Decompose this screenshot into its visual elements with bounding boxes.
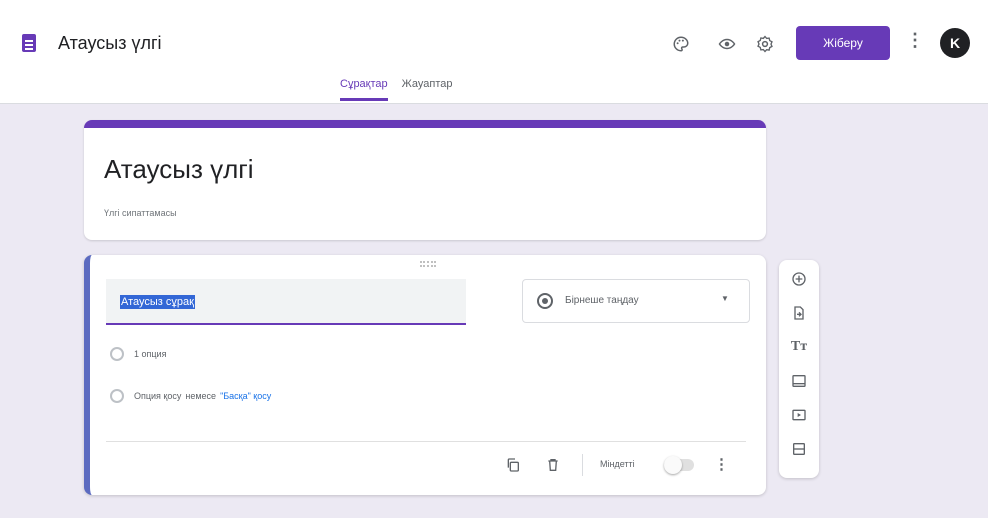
- eye-preview-icon[interactable]: [716, 33, 738, 55]
- divider: [582, 454, 583, 476]
- required-label: Міндетті: [600, 459, 635, 469]
- option-row[interactable]: 1 опция: [110, 347, 166, 361]
- add-section-icon[interactable]: [788, 438, 810, 460]
- add-image-icon[interactable]: [788, 370, 810, 392]
- question-type-select[interactable]: Бірнеше таңдау ▼: [522, 279, 750, 323]
- send-button[interactable]: Жіберу: [796, 26, 890, 60]
- more-vert-icon[interactable]: ⋮: [906, 30, 924, 51]
- tab-questions[interactable]: Сұрақтар: [340, 78, 388, 101]
- add-video-icon[interactable]: [788, 404, 810, 426]
- avatar[interactable]: K: [940, 28, 970, 58]
- required-toggle[interactable]: [664, 456, 694, 474]
- question-title-text[interactable]: Атаусыз сұрақ: [120, 295, 195, 309]
- tab-bar: Сұрақтар Жауаптар: [340, 78, 453, 101]
- settings-icon[interactable]: [754, 33, 776, 55]
- radio-button-icon: [537, 293, 553, 309]
- side-toolbar: Tт: [779, 260, 819, 478]
- document-title[interactable]: Атаусыз үлгі: [58, 33, 162, 54]
- add-other-link[interactable]: "Басқа" қосу: [220, 391, 271, 401]
- question-title-field[interactable]: Атаусыз сұрақ: [106, 279, 466, 325]
- delete-icon[interactable]: [542, 454, 564, 476]
- option-label[interactable]: 1 опция: [134, 349, 166, 359]
- question-type-label: Бірнеше таңдау: [565, 295, 639, 306]
- drag-handle-icon[interactable]: [420, 261, 436, 267]
- question-card[interactable]: Атаусыз сұрақ Бірнеше таңдау ▼ 1 опция О…: [84, 255, 766, 495]
- app-header: Атаусыз үлгі Жіберу ⋮ K Сұрақтар Жауапта…: [0, 0, 988, 104]
- add-title-icon[interactable]: Tт: [788, 336, 810, 358]
- form-title[interactable]: Атаусыз үлгі: [104, 154, 254, 185]
- question-more-icon[interactable]: ⋮: [714, 455, 729, 473]
- chevron-down-icon: ▼: [721, 294, 729, 303]
- form-title-card: Атаусыз үлгі Үлгі сипаттамасы: [84, 120, 766, 240]
- radio-option-icon: [110, 347, 124, 361]
- add-question-icon[interactable]: [788, 268, 810, 290]
- tab-responses[interactable]: Жауаптар: [402, 78, 453, 101]
- palette-icon[interactable]: [670, 33, 692, 55]
- duplicate-icon[interactable]: [502, 454, 524, 476]
- radio-option-icon: [110, 389, 124, 403]
- add-option-row: Опция қосу немесе "Басқа" қосу: [110, 389, 271, 403]
- forms-doc-icon[interactable]: [22, 34, 36, 52]
- divider: [106, 441, 746, 442]
- or-text: немесе: [185, 391, 217, 401]
- import-questions-icon[interactable]: [788, 302, 810, 324]
- form-description[interactable]: Үлгі сипаттамасы: [104, 208, 177, 218]
- add-option-link[interactable]: Опция қосу: [134, 391, 181, 401]
